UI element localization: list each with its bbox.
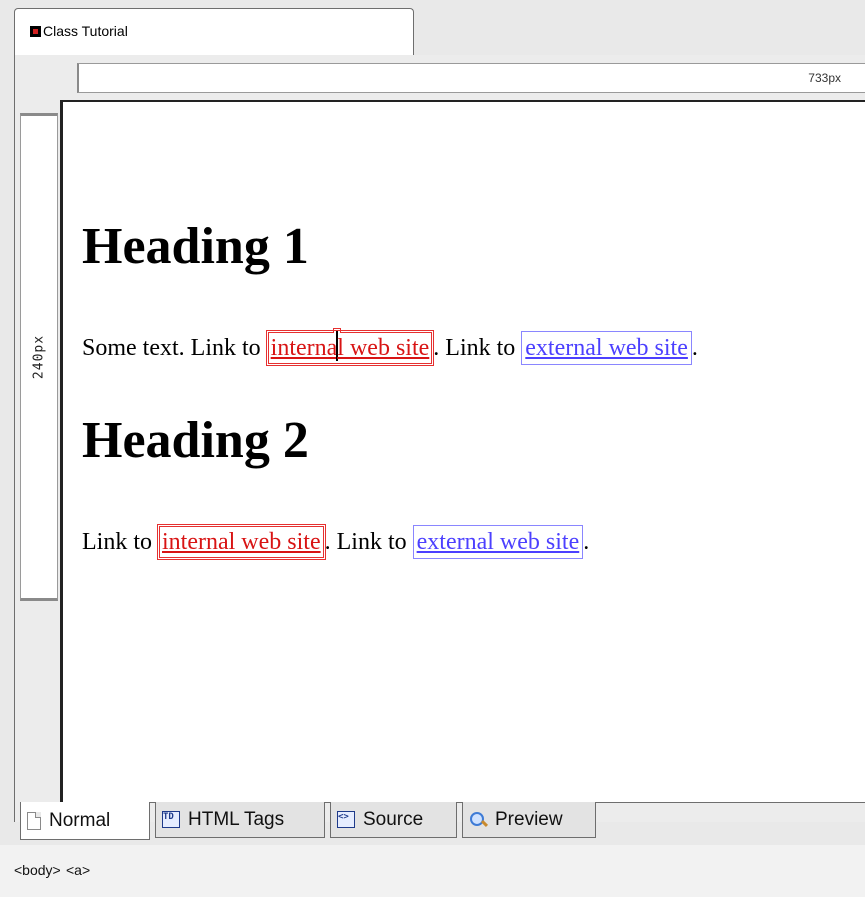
tab-preview[interactable]: Preview (462, 802, 596, 838)
vertical-ruler[interactable]: 240px (20, 113, 58, 601)
tab-html-tags-label: HTML Tags (188, 808, 285, 830)
paragraph-2-text: Link to (82, 529, 152, 555)
page-icon (27, 811, 41, 830)
paragraph-1-text-end: . (691, 335, 698, 361)
tab-normal[interactable]: Normal (20, 802, 150, 840)
breadcrumb-a-tag[interactable]: <a> (66, 862, 90, 878)
tab-html-tags[interactable]: TD HTML Tags (155, 802, 325, 838)
internal-link-text-part1: interna (270, 335, 338, 361)
internal-link[interactable]: internal web site (267, 331, 433, 364)
status-bar: <body> <a> (0, 845, 865, 897)
source-icon: <> (337, 811, 355, 828)
tab-normal-label: Normal (49, 809, 111, 831)
tab-preview-label: Preview (495, 808, 563, 830)
internal-link[interactable]: internal web site (159, 526, 324, 558)
vertical-ruler-height-label: 240px (31, 334, 47, 380)
external-link[interactable]: external web site (521, 331, 692, 365)
paragraph-1[interactable]: Some text. Link to internal web site. Li… (82, 331, 698, 365)
tab-source[interactable]: <> Source (330, 802, 457, 838)
tab-source-label: Source (363, 808, 424, 830)
editing-canvas[interactable]: Heading 1 Some text. Link to internal we… (60, 100, 865, 802)
magnifier-icon (469, 811, 487, 829)
breadcrumb-body-tag[interactable]: <body> (14, 862, 61, 878)
document-app-icon (30, 26, 41, 37)
document-tab[interactable]: Class Tutorial (14, 8, 414, 56)
internal-link-text-part2: l web site (337, 335, 430, 361)
paragraph-2[interactable]: Link to internal web site. Link to exter… (82, 525, 590, 559)
paragraph-2-text-end: . (583, 529, 590, 555)
paragraph-1-text-middle: . Link to (433, 335, 516, 361)
horizontal-ruler-width-label: 733px (808, 71, 841, 85)
paragraph-2-text-middle: . Link to (324, 529, 407, 555)
document-tab-title: Class Tutorial (43, 23, 128, 39)
heading-1[interactable]: Heading 1 (82, 221, 309, 273)
horizontal-ruler[interactable]: 733px (77, 63, 865, 93)
td-icon: TD (162, 811, 180, 828)
view-mode-tabs: Normal TD HTML Tags <> Source Preview (20, 802, 865, 843)
heading-2[interactable]: Heading 2 (82, 415, 309, 467)
paragraph-1-text: Some text. Link to (82, 335, 261, 361)
external-link[interactable]: external web site (412, 525, 584, 559)
